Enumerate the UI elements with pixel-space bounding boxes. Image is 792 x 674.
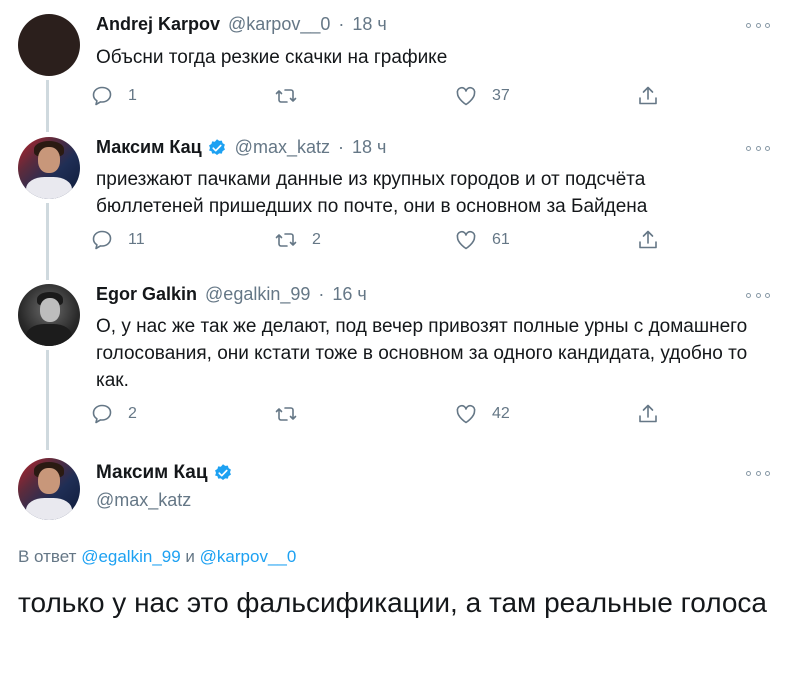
like-count: 61 bbox=[492, 231, 510, 248]
share-button[interactable] bbox=[636, 84, 674, 108]
tweet-actions: 2 42 bbox=[90, 402, 690, 428]
main-tweet-header: Максим Кац @max_katz bbox=[96, 462, 233, 511]
author-handle[interactable]: @egalkin_99 bbox=[205, 284, 310, 305]
share-button[interactable] bbox=[636, 228, 674, 252]
avatar[interactable] bbox=[18, 284, 80, 346]
reply-button[interactable]: 1 bbox=[90, 84, 137, 108]
reply-count: 1 bbox=[128, 87, 137, 104]
separator-dot: · bbox=[318, 284, 325, 304]
retweet-button[interactable] bbox=[274, 84, 312, 108]
thread-line bbox=[46, 80, 49, 132]
retweet-button[interactable] bbox=[274, 402, 312, 426]
heart-icon bbox=[456, 404, 476, 424]
like-button[interactable]: 42 bbox=[454, 402, 510, 426]
tweet-time[interactable]: 16 ч bbox=[332, 284, 366, 305]
tweet-header: Максим Кац @max_katz · 18 ч bbox=[96, 137, 386, 158]
share-icon bbox=[639, 404, 657, 423]
retweet-count: 2 bbox=[312, 231, 321, 248]
retweet-button[interactable]: 2 bbox=[274, 228, 321, 252]
more-icon[interactable] bbox=[746, 20, 770, 30]
reply-icon bbox=[92, 230, 112, 250]
verified-badge-icon bbox=[214, 464, 231, 480]
like-count: 42 bbox=[492, 405, 510, 422]
retweet-icon bbox=[275, 233, 297, 247]
verified-badge-icon bbox=[208, 138, 225, 155]
retweet-icon bbox=[275, 407, 297, 421]
like-button[interactable]: 37 bbox=[454, 84, 510, 108]
avatar[interactable] bbox=[18, 137, 80, 199]
reply-button[interactable]: 11 bbox=[90, 228, 145, 252]
separator-dot: · bbox=[337, 137, 344, 157]
thread-line bbox=[46, 350, 49, 450]
author-name[interactable]: Максим Кац bbox=[96, 462, 208, 484]
heart-icon bbox=[456, 230, 476, 250]
tweet-actions: 1 37 bbox=[90, 84, 690, 110]
author-name[interactable]: Egor Galkin bbox=[96, 284, 197, 305]
more-icon[interactable] bbox=[746, 468, 770, 478]
author-name[interactable]: Andrej Karpov bbox=[96, 14, 220, 35]
reply-count: 2 bbox=[128, 405, 137, 422]
avatar[interactable] bbox=[18, 14, 80, 76]
tweet-text: О, у нас же так же делают, под вечер при… bbox=[96, 316, 748, 391]
thread-line bbox=[46, 203, 49, 280]
separator-dot: · bbox=[338, 14, 345, 34]
tweet-text: приезжают пачками данные из крупных горо… bbox=[96, 169, 648, 217]
share-button[interactable] bbox=[636, 402, 674, 426]
more-icon[interactable] bbox=[746, 290, 770, 300]
mention-link[interactable]: @karpov__0 bbox=[200, 547, 297, 566]
reply-button[interactable]: 2 bbox=[90, 402, 137, 426]
reply-conjunction: и bbox=[185, 547, 195, 566]
more-icon[interactable] bbox=[746, 143, 770, 153]
main-tweet-text: только у нас это фальсификации, а там ре… bbox=[18, 587, 767, 618]
author-handle[interactable]: @max_katz bbox=[96, 490, 233, 511]
share-icon bbox=[639, 86, 657, 105]
like-count: 37 bbox=[492, 87, 510, 104]
author-handle[interactable]: @max_katz bbox=[235, 137, 330, 158]
share-icon bbox=[639, 230, 657, 249]
avatar[interactable] bbox=[18, 458, 80, 520]
tweet-time[interactable]: 18 ч bbox=[352, 137, 386, 158]
like-button[interactable]: 61 bbox=[454, 228, 510, 252]
tweet-header: Egor Galkin @egalkin_99 · 16 ч bbox=[96, 284, 367, 305]
author-handle[interactable]: @karpov__0 bbox=[228, 14, 330, 35]
reply-count: 11 bbox=[128, 231, 145, 248]
heart-icon bbox=[456, 86, 476, 106]
tweet-header: Andrej Karpov @karpov__0 · 18 ч bbox=[96, 14, 387, 35]
tweet-actions: 11 2 61 bbox=[90, 228, 690, 254]
reply-context: В ответ @egalkin_99 и @karpov__0 bbox=[18, 547, 296, 567]
tweet-text: Объсни тогда резкие скачки на графике bbox=[96, 47, 448, 68]
reply-icon bbox=[92, 86, 112, 106]
reply-icon bbox=[92, 404, 112, 424]
reply-prefix: В ответ bbox=[18, 547, 77, 566]
author-name[interactable]: Максим Кац bbox=[96, 137, 202, 158]
retweet-icon bbox=[275, 89, 297, 103]
mention-link[interactable]: @egalkin_99 bbox=[81, 547, 181, 566]
tweet-time[interactable]: 18 ч bbox=[352, 14, 386, 35]
